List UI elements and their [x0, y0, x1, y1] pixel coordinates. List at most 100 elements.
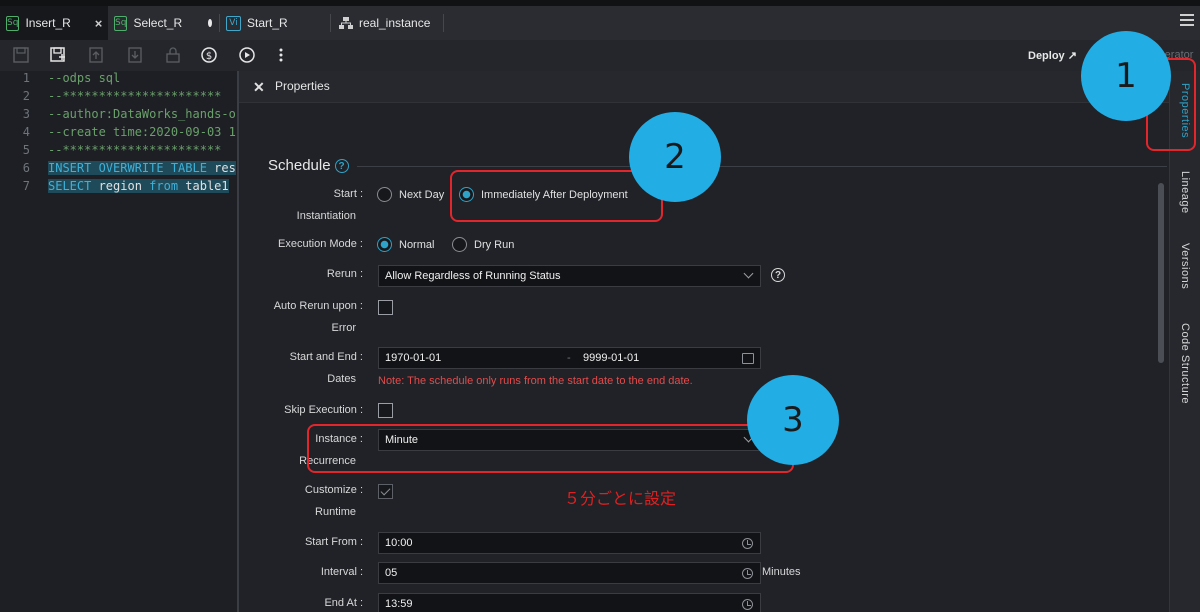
tab-label: Insert_R: [25, 16, 71, 30]
panel-scrollbar[interactable]: [1158, 183, 1164, 363]
date-separator: -: [567, 352, 571, 364]
radio-label: Next Day: [399, 188, 445, 201]
code-line[interactable]: 2 --**********************: [0, 89, 237, 107]
customize-runtime-checkbox[interactable]: [378, 484, 393, 499]
dates-label: Start and End : Dates: [239, 346, 363, 390]
help-icon[interactable]: ?: [334, 159, 349, 174]
close-icon[interactable]: ✕: [253, 79, 265, 96]
field-label: Customize :: [304, 484, 363, 496]
workflow-icon: [339, 16, 353, 29]
code-text: --odps sql: [48, 71, 121, 85]
panel-header: ✕ Properties: [239, 71, 1169, 103]
start-from-label: Start From :: [304, 536, 363, 548]
line-number: 7: [22, 179, 30, 193]
code-line[interactable]: 3 --author:DataWorks_hands-o: [0, 107, 237, 125]
radio-circle-selected: [377, 237, 392, 252]
field-label: Instantiation: [296, 210, 356, 222]
rerun-help-icon[interactable]: ?: [771, 268, 785, 282]
time-value: 10:00: [385, 537, 413, 549]
tab-start-r[interactable]: Vi Start_R: [220, 6, 330, 40]
code-text: table1: [178, 179, 229, 193]
date-range-picker[interactable]: 1970-01-01 - 9999-01-01: [378, 347, 761, 369]
skip-execution-checkbox[interactable]: [378, 403, 393, 418]
field-label: Start :: [333, 188, 363, 200]
field-label: Auto Rerun upon :: [273, 300, 363, 312]
tab-bar: Sq Insert_R × Sq Select_R Vi Start_R rea…: [0, 0, 1200, 40]
line-number: 5: [22, 143, 30, 157]
panel-title: Properties: [275, 79, 330, 93]
radio-dry-run[interactable]: Dry Run: [452, 237, 514, 252]
radio-label: Dry Run: [474, 238, 515, 251]
interval-value: 05: [385, 567, 398, 579]
toolbar: $ Deploy ↗ Operator ↗: [0, 40, 1200, 74]
code-line[interactable]: 4 --create time:2020-09-03 1: [0, 125, 237, 143]
calendar-icon: [742, 353, 754, 364]
tab-label: Select_R: [133, 16, 183, 30]
radio-next-day[interactable]: Next Day: [377, 187, 444, 202]
code-line[interactable]: 6 INSERT OVERWRITE TABLE res: [0, 161, 237, 179]
clock-icon: [742, 568, 753, 579]
chevron-down-icon: [743, 268, 754, 279]
right-side-rail: Properties Lineage Versions Code Structu…: [1169, 71, 1200, 612]
highlight-box-recurrence: [307, 424, 794, 473]
code-line[interactable]: 1 --odps sql: [0, 71, 237, 89]
save-as-icon[interactable]: [49, 46, 67, 64]
code-text: --**********************: [48, 89, 222, 103]
end-date: 9999-01-01: [583, 352, 640, 364]
end-at-time-input[interactable]: 13:59: [378, 593, 761, 612]
customize-runtime-label: Customize : Runtime: [239, 479, 363, 523]
highlight-box-immediate-deploy: [450, 170, 663, 222]
rail-tab-lineage[interactable]: Lineage: [1179, 171, 1191, 214]
tab-real-instance[interactable]: real_instance: [333, 6, 443, 40]
rail-tab-versions[interactable]: Versions: [1179, 243, 1191, 289]
code-text: --author:DataWorks_hands-o: [48, 107, 236, 121]
hamburger-menu-icon[interactable]: [1180, 14, 1194, 28]
code-line[interactable]: 5 --**********************: [0, 143, 237, 161]
tab-insert-r[interactable]: Sq Insert_R ×: [0, 6, 108, 40]
code-editor[interactable]: 1 --odps sql 2 --********************** 3 -…: [0, 71, 237, 612]
lock-icon[interactable]: [164, 46, 182, 64]
tab-divider: [330, 14, 331, 32]
section-divider: [357, 166, 1167, 167]
unsaved-dot-icon[interactable]: [208, 19, 212, 27]
radio-label: Normal: [399, 238, 435, 251]
tab-label: real_instance: [359, 16, 431, 30]
more-options-icon[interactable]: [272, 46, 290, 64]
start-instantiation-label: Start : Instantiation: [239, 183, 363, 227]
rerun-label: Rerun :: [326, 268, 363, 280]
field-label: Error: [331, 322, 356, 334]
sql-keyword: INSERT OVERWRITE TABLE: [48, 161, 207, 175]
field-label: Runtime: [315, 506, 356, 518]
interval-input[interactable]: 05: [378, 562, 761, 584]
code-text: res: [206, 161, 236, 175]
clock-icon: [742, 538, 753, 549]
commit-icon[interactable]: [87, 46, 105, 64]
start-from-time-input[interactable]: 10:00: [378, 532, 761, 554]
auto-rerun-label: Auto Rerun upon : Error: [239, 295, 363, 339]
skip-execution-label: Skip Execution :: [284, 404, 363, 416]
start-date: 1970-01-01: [385, 352, 442, 364]
import-icon[interactable]: [126, 46, 144, 64]
code-text: --create time:2020-09-03 1: [48, 125, 236, 139]
line-number: 3: [22, 107, 30, 121]
radio-circle: [377, 187, 392, 202]
deploy-link[interactable]: Deploy ↗: [1028, 49, 1077, 62]
annotation-note: ５分ごとに設定: [564, 489, 677, 508]
code-text: region: [91, 179, 150, 193]
rail-tab-code-structure[interactable]: Code Structure: [1179, 323, 1191, 404]
schedule-heading: Schedule?: [268, 157, 349, 174]
cost-estimate-icon[interactable]: $: [200, 46, 218, 64]
code-line[interactable]: 7 SELECT region from table1: [0, 179, 237, 197]
line-number: 6: [22, 161, 30, 175]
radio-circle: [452, 237, 467, 252]
close-tab-icon[interactable]: ×: [95, 16, 103, 31]
rerun-select[interactable]: Allow Regardless of Running Status: [378, 265, 761, 287]
save-icon[interactable]: [12, 46, 30, 64]
end-at-label: End At :: [324, 597, 363, 609]
section-title: Schedule: [268, 157, 331, 174]
date-note: Note: The schedule only runs from the st…: [378, 375, 693, 387]
run-icon[interactable]: [238, 46, 256, 64]
radio-normal[interactable]: Normal: [377, 237, 434, 252]
tab-select-r[interactable]: Sq Select_R: [108, 6, 218, 40]
auto-rerun-checkbox[interactable]: [378, 300, 393, 315]
